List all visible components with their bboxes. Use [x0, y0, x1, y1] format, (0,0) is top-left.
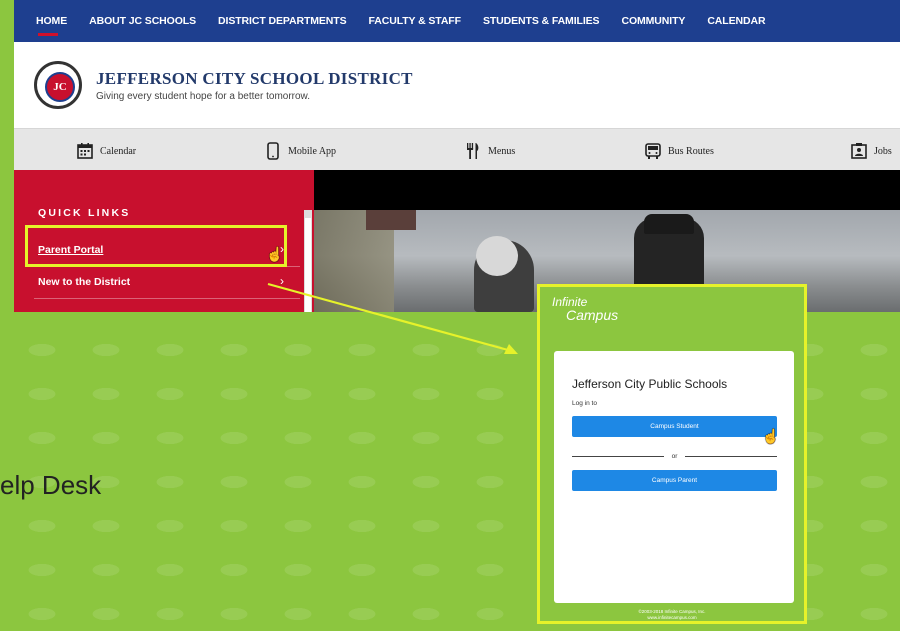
campus-parent-button[interactable]: Campus Parent — [572, 470, 777, 491]
login-card: Jefferson City Public Schools Log in to … — [554, 351, 794, 603]
copyright-footer: ©2003-2018 Infinite Campus, Inc. www.inf… — [540, 609, 804, 621]
or-label: or — [671, 452, 678, 460]
campus-student-button[interactable]: Campus Student — [572, 416, 777, 437]
hand-cursor-icon: ☝ — [762, 428, 780, 444]
school-name: Jefferson City Public Schools — [572, 377, 728, 391]
slide-help-desk-text: elp Desk — [0, 470, 102, 500]
infinite-campus-logo: Infinite Campus — [552, 295, 618, 323]
website-link[interactable]: www.infinitecampus.com — [540, 615, 804, 621]
or-divider: or — [572, 451, 777, 461]
logo-line-2: Campus — [566, 307, 619, 323]
infinite-campus-panel: Infinite Campus Jefferson City Public Sc… — [537, 284, 807, 624]
login-label: Log in to — [572, 400, 597, 407]
